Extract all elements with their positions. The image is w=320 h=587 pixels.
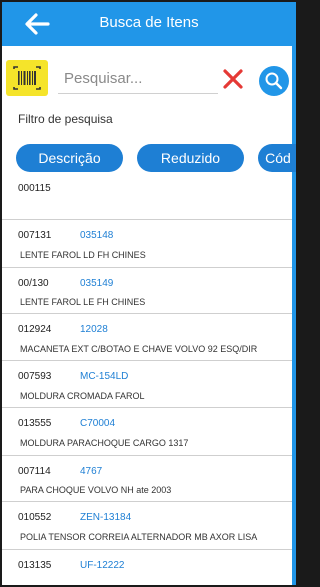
item-code: 00/130 [18,278,49,289]
list-item[interactable]: 012924 12028 MACANETA EXT C/BOTAO E CHAV… [2,314,292,361]
item-ref: 035148 [80,230,114,241]
item-description: PARA CHOQUE VOLVO NH ate 2003 [20,485,172,495]
item-description: MOLDURA CROMADA FAROL [20,391,145,401]
item-code: 007131 [18,230,52,241]
page-title: Busca de Itens [99,14,199,31]
chip-descricao[interactable]: Descrição [16,144,123,172]
item-description: MOLDURA PARACHOQUE CARGO 1317 [20,438,189,448]
filter-chips: Descrição Reduzido Cód [2,142,296,174]
item-code: 007593 [18,371,52,382]
chip-codigo[interactable]: Cód [258,144,296,172]
item-code: 013135 [18,560,52,571]
close-icon [223,69,243,89]
barcode-icon [13,66,41,90]
search-input[interactable] [58,64,218,94]
item-ref: UF-12222 [80,560,125,571]
list-item[interactable]: 000115 [2,176,292,220]
item-ref: MC-154LD [80,371,129,382]
list-item[interactable]: 007131 035148 LENTE FAROL LD FH CHINES [2,220,292,268]
list-item[interactable]: 00/130 035149 LENTE FAROL LE FH CHINES [2,268,292,314]
list-item[interactable]: 013135 UF-12222 [2,550,292,585]
list-item[interactable]: 013555 C70004 MOLDURA PARACHOQUE CARGO 1… [2,408,292,456]
list-item[interactable]: 007114 4767 PARA CHOQUE VOLVO NH ate 200… [2,456,292,502]
app-bar: Busca de Itens [2,2,296,46]
clear-search-button[interactable] [222,68,244,90]
search-button[interactable] [259,66,289,96]
barcode-scan-button[interactable] [6,60,48,96]
item-ref: 4767 [80,466,103,477]
items-list: 000115 007131 035148 LENTE FAROL LD FH C… [2,176,292,585]
item-code: 010552 [18,512,52,523]
item-code: 012924 [18,324,52,335]
app-screen: Busca de Itens Pesquisar... Filtro de pe… [2,2,296,585]
search-bar [2,54,292,104]
search-icon [265,72,283,90]
filter-label: Filtro de pesquisa [18,112,113,126]
list-item[interactable]: 007593 MC-154LD MOLDURA CROMADA FAROL [2,361,292,408]
item-code: 013555 [18,418,52,429]
list-item[interactable]: 010552 ZEN-13184 POLIA TENSOR CORREIA AL… [2,502,292,550]
chip-reduzido[interactable]: Reduzido [137,144,244,172]
edge-accent [292,46,296,585]
item-code: 007114 [18,466,51,477]
item-description: LENTE FAROL LD FH CHINES [20,250,146,260]
item-description: MACANETA EXT C/BOTAO E CHAVE VOLVO 92 ES… [20,344,258,354]
item-ref: C70004 [80,418,116,429]
item-description: LENTE FAROL LE FH CHINES [20,297,146,307]
item-code: 000115 [18,183,51,194]
item-description: POLIA TENSOR CORREIA ALTERNADOR MB AXOR … [20,532,258,542]
item-ref: ZEN-13184 [80,512,132,523]
item-ref: 035149 [80,278,114,289]
item-ref: 12028 [80,324,108,335]
